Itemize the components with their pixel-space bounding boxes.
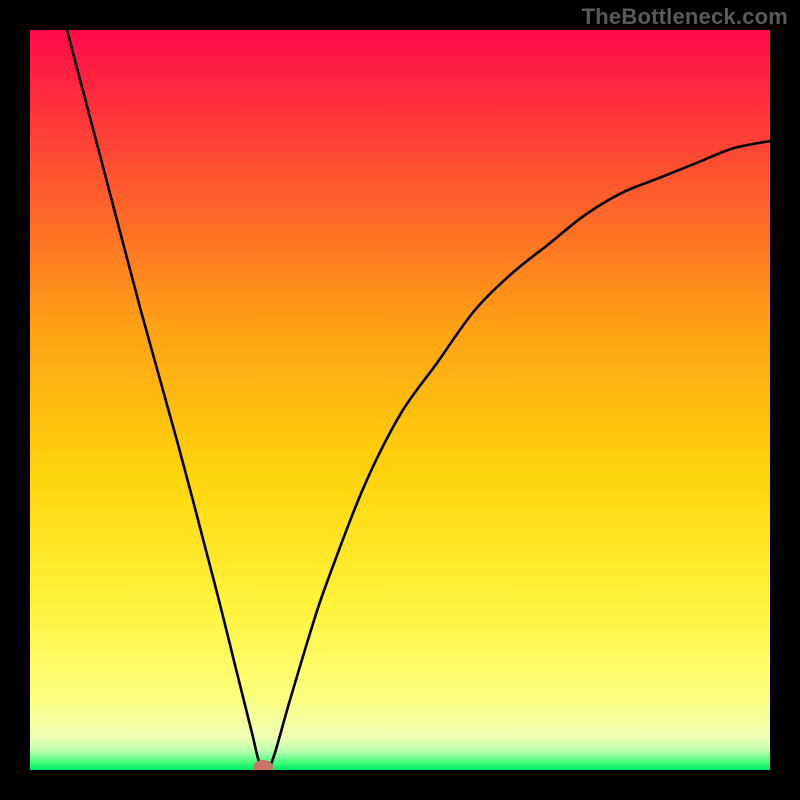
chart-frame: TheBottleneck.com (0, 0, 800, 800)
gradient-background (30, 30, 770, 770)
plot-area (30, 30, 770, 770)
watermark-text: TheBottleneck.com (582, 4, 788, 30)
bottleneck-chart (30, 30, 770, 770)
